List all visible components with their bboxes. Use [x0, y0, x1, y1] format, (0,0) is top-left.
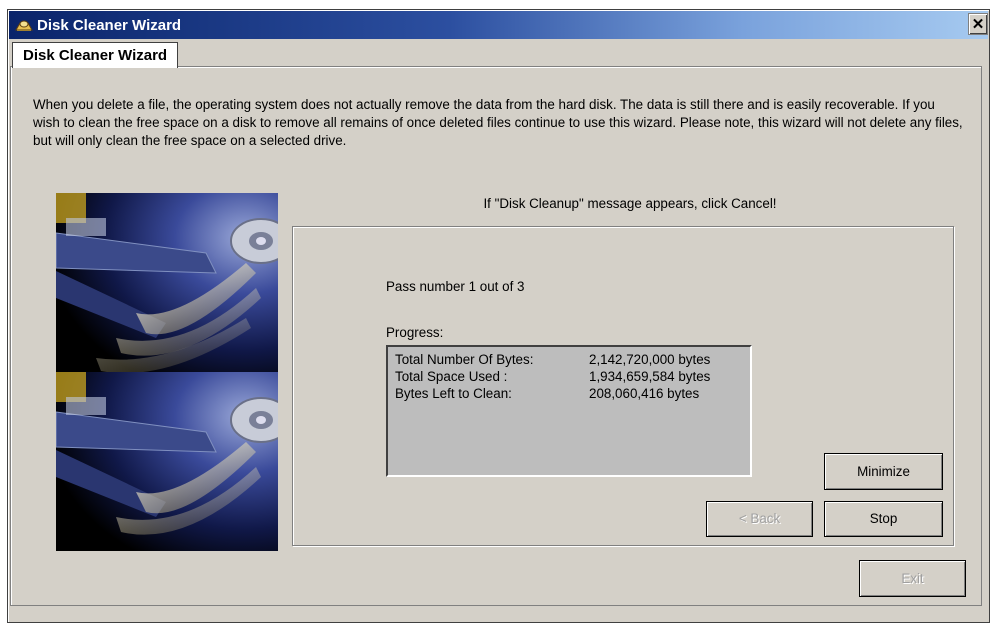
stat-key: Total Space Used :: [395, 369, 508, 384]
tab-disk-cleaner-wizard[interactable]: Disk Cleaner Wizard: [12, 42, 179, 68]
stat-row-space-used: Total Space Used : 1,934,659,584 bytes: [395, 369, 745, 385]
close-button[interactable]: ✕: [968, 13, 988, 35]
stat-value: 1,934,659,584 bytes: [589, 369, 711, 384]
stat-key: Bytes Left to Clean:: [395, 386, 512, 401]
title-bar[interactable]: Disk Cleaner Wizard ✕: [9, 11, 988, 39]
close-icon: ✕: [971, 16, 985, 33]
progress-stats-box: Total Number Of Bytes: 2,142,720,000 byt…: [386, 345, 752, 477]
intro-text: When you delete a file, the operating sy…: [33, 97, 963, 148]
stat-row-total-bytes: Total Number Of Bytes: 2,142,720,000 byt…: [395, 352, 745, 368]
pass-number-text: Pass number 1 out of 3: [386, 279, 525, 294]
stat-value: 208,060,416 bytes: [589, 386, 700, 401]
exit-button[interactable]: Exit: [859, 560, 966, 597]
stat-key: Total Number Of Bytes:: [395, 352, 534, 367]
tab-label: Disk Cleaner Wizard: [23, 47, 168, 64]
disk-cleanup-notice: If "Disk Cleanup" message appears, click…: [483, 196, 777, 211]
window-title: Disk Cleaner Wizard: [37, 16, 182, 34]
stop-button[interactable]: Stop: [824, 501, 943, 537]
disk-cleaner-icon: [15, 18, 33, 32]
stat-value: 2,142,720,000 bytes: [589, 352, 711, 367]
hard-disk-illustration: [56, 193, 278, 551]
back-button[interactable]: < Back: [706, 501, 813, 537]
progress-label: Progress:: [386, 325, 444, 340]
stat-row-bytes-left: Bytes Left to Clean: 208,060,416 bytes: [395, 386, 745, 402]
minimize-button[interactable]: Minimize: [824, 453, 943, 490]
